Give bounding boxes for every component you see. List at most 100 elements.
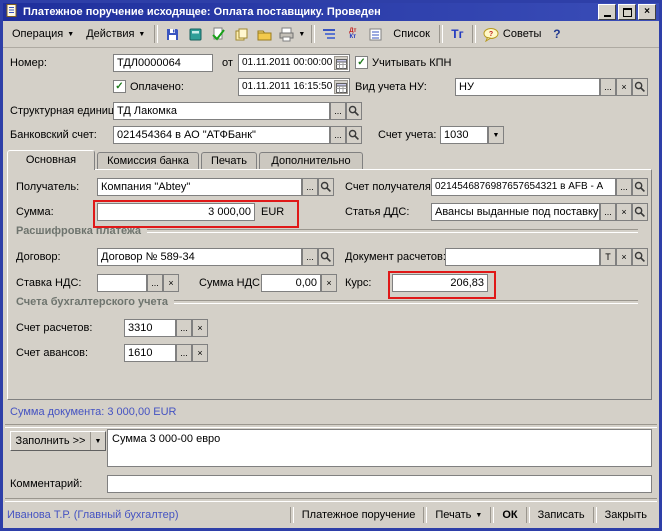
journal-icon xyxy=(368,27,383,42)
journal-button[interactable] xyxy=(364,23,387,45)
advance-account-field[interactable]: 1610 xyxy=(124,344,176,362)
dds-label: Статья ДДС: xyxy=(345,203,409,221)
bank-account-field[interactable]: 021454364 в АО "АТФБанк" xyxy=(113,126,330,144)
fill-button-label: Заполнить >> xyxy=(11,432,90,450)
unit-field[interactable]: ТД Лакомка xyxy=(113,102,330,120)
rate-field[interactable]: 206,83 xyxy=(392,274,488,292)
dds-clear-button[interactable]: × xyxy=(616,203,632,221)
settlement-doc-open-button[interactable] xyxy=(632,248,648,266)
toolbar-separator xyxy=(439,25,443,43)
vat-rate-clear-button[interactable]: × xyxy=(163,274,179,292)
number-field[interactable]: ТДЛ0000064 xyxy=(113,54,213,72)
vat-sum-clear-button[interactable]: × xyxy=(321,274,337,292)
actions-menu-button[interactable]: Действия ▼ xyxy=(80,23,151,45)
advance-account-clear-button[interactable]: × xyxy=(192,344,208,362)
sum-field[interactable]: 3 000,00 xyxy=(97,203,255,221)
unit-select-button[interactable]: ... xyxy=(330,102,346,120)
dds-field[interactable]: Авансы выданные под поставку xyxy=(431,203,600,221)
post-and-close-button[interactable] xyxy=(207,23,230,45)
print-button[interactable]: Печать ▼ xyxy=(427,505,490,525)
bank-select-button[interactable]: ... xyxy=(330,126,346,144)
help-button[interactable]: ? xyxy=(545,23,568,45)
tab-print[interactable]: Печать xyxy=(201,152,257,169)
doc-type-button[interactable]: Платежное поручение xyxy=(294,505,424,525)
vat-rate-select-button[interactable]: ... xyxy=(147,274,163,292)
unit-open-button[interactable] xyxy=(346,102,362,120)
chevron-down-icon: ▼ xyxy=(298,31,305,38)
nu-field[interactable]: НУ xyxy=(455,78,600,96)
print-form-menu-button[interactable]: ▼ xyxy=(276,23,308,45)
settlement-account-clear-button[interactable]: × xyxy=(192,319,208,337)
write-button[interactable] xyxy=(161,23,184,45)
tab-main[interactable]: Основная xyxy=(7,150,95,170)
posting-result-button[interactable]: ДтКт xyxy=(341,23,364,45)
account-combo-field[interactable]: 1030 xyxy=(440,126,488,144)
tab-commission[interactable]: Комиссия банка xyxy=(97,152,199,169)
paid-date-field[interactable]: 01.11.2011 16:15:50 xyxy=(238,78,350,96)
payee-account-open-button[interactable] xyxy=(632,178,648,196)
nu-select-button[interactable]: ... xyxy=(600,78,616,96)
magnifier-icon xyxy=(320,181,332,193)
calendar-button[interactable] xyxy=(334,80,348,94)
operation-menu-button[interactable]: Операция ▼ xyxy=(6,23,80,45)
account-dropdown-button[interactable]: ▼ xyxy=(488,126,504,144)
date-field[interactable]: 01.11.2011 00:00:00 xyxy=(238,54,350,72)
fill-button[interactable]: Заполнить >> ▼ xyxy=(10,431,106,451)
maximize-button[interactable] xyxy=(618,4,636,20)
minimize-icon xyxy=(604,15,611,17)
paid-checkbox[interactable]: ✓ xyxy=(113,80,126,93)
save-button[interactable]: Записать xyxy=(530,505,593,525)
toolbar: Операция ▼ Действия ▼ ▼ ДтКт Список Тг ?… xyxy=(3,21,659,48)
payment-purpose-textbox[interactable]: Сумма 3 000-00 евро xyxy=(107,429,652,467)
calendar-button[interactable] xyxy=(334,56,348,70)
list-button[interactable]: Список xyxy=(387,23,436,45)
settlement-doc-type-button[interactable]: T xyxy=(600,248,616,266)
advance-account-label: Счет авансов: xyxy=(16,344,88,362)
nu-clear-button[interactable]: × xyxy=(616,78,632,96)
bank-open-button[interactable] xyxy=(346,126,362,144)
post-button[interactable] xyxy=(184,23,207,45)
magnifier-icon xyxy=(348,105,360,117)
ok-button[interactable]: ОК xyxy=(494,505,525,525)
payee-account-select-button[interactable]: ... xyxy=(616,178,632,196)
settlement-account-select-button[interactable]: ... xyxy=(176,319,192,337)
advance-account-select-button[interactable]: ... xyxy=(176,344,192,362)
vat-sum-field[interactable]: 0,00 xyxy=(261,274,321,292)
separator xyxy=(5,424,657,428)
contract-select-button[interactable]: ... xyxy=(302,248,318,266)
nu-open-button[interactable] xyxy=(632,78,648,96)
contract-open-button[interactable] xyxy=(318,248,334,266)
contract-field[interactable]: Договор № 589-34 xyxy=(97,248,302,266)
advice-button[interactable]: ? Советы xyxy=(479,23,545,45)
contract-label: Договор: xyxy=(16,248,61,266)
vat-rate-field[interactable] xyxy=(97,274,147,292)
payee-field[interactable]: Компания "Abtey" xyxy=(97,178,302,196)
settlement-doc-clear-button[interactable]: × xyxy=(616,248,632,266)
payee-account-label: Счет получателя: xyxy=(345,178,434,196)
svg-text:?: ? xyxy=(489,31,493,38)
go-to-button[interactable]: Тг xyxy=(446,23,469,45)
dds-open-button[interactable] xyxy=(632,203,648,221)
payee-account-field[interactable]: 0214546876987657654321 в AFB - А xyxy=(431,178,616,196)
open-list-button[interactable] xyxy=(253,23,276,45)
close-window-button[interactable]: Закрыть xyxy=(597,505,655,525)
advice-label: Советы xyxy=(503,28,541,40)
dds-select-button[interactable]: ... xyxy=(600,203,616,221)
close-button[interactable]: × xyxy=(638,4,656,20)
payee-open-button[interactable] xyxy=(318,178,334,196)
subordination-structure-button[interactable] xyxy=(318,23,341,45)
sum-label: Сумма: xyxy=(16,203,54,221)
check-icon: ✓ xyxy=(115,82,123,92)
bank-account-label: Банковский счет: xyxy=(10,126,97,144)
payee-select-button[interactable]: ... xyxy=(302,178,318,196)
comment-field[interactable] xyxy=(107,475,652,493)
tab-extra[interactable]: Дополнительно xyxy=(259,152,363,169)
copy-button[interactable] xyxy=(230,23,253,45)
unit-label: Структурная единица: xyxy=(10,102,123,120)
rate-label: Курс: xyxy=(345,274,371,292)
minimize-button[interactable] xyxy=(598,4,616,20)
settlement-account-field[interactable]: 3310 xyxy=(124,319,176,337)
kpn-checkbox[interactable]: ✓ xyxy=(355,56,368,69)
payment-details-section: Расшифровка платежа xyxy=(16,225,638,237)
settlement-doc-field[interactable] xyxy=(445,248,600,266)
